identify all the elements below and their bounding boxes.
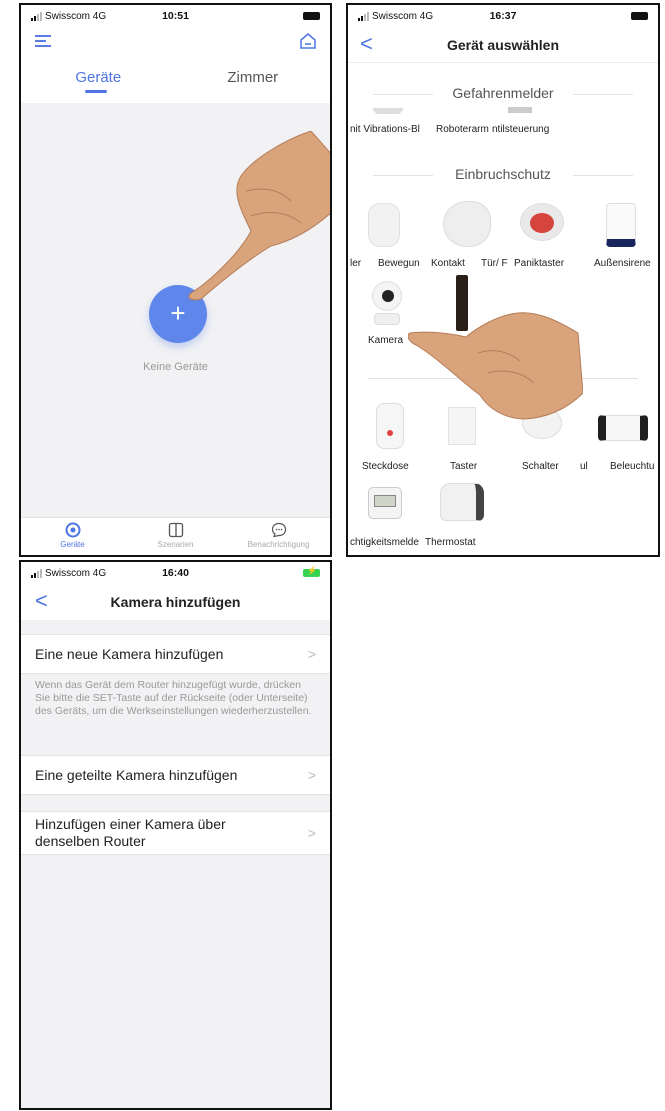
device-list-empty: + Keine Geräte	[21, 103, 330, 519]
add-shared-camera-label: Eine geteilte Kamera hinzufügen	[35, 767, 238, 783]
contact-sensor-image	[443, 201, 491, 247]
device-switch[interactable]: Schalter	[522, 461, 559, 472]
tab-devices[interactable]: Geräte	[21, 69, 176, 86]
device-outdoor-siren[interactable]: Außensirene	[594, 258, 651, 269]
battery-icon	[303, 12, 320, 20]
device-robot-arm[interactable]: Roboterarm	[436, 124, 489, 135]
device-camera[interactable]: Kamera	[368, 335, 403, 346]
page-title: Gerät auswählen	[446, 37, 560, 53]
device-contact[interactable]: Kontakt	[431, 258, 465, 269]
device-image	[508, 107, 532, 113]
chat-icon	[271, 522, 286, 538]
nav-scenes-label: Szenarien	[157, 540, 194, 549]
humidity-sensor-image	[368, 487, 402, 519]
page-title: Kamera hinzufügen	[110, 594, 241, 610]
chevron-right-icon: >	[307, 646, 316, 662]
add-shared-camera-row[interactable]: Eine geteilte Kamera hinzufügen >	[21, 755, 330, 795]
device-catalog: Gefahrenmelder nit Vibrations-Bl Roboter…	[348, 63, 658, 555]
status-bar: Swisscom 4G 10:51	[21, 5, 330, 27]
add-camera-same-router-label: Hinzufügen einer Kamera über denselben Ro…	[35, 816, 226, 850]
battery-icon	[631, 12, 648, 20]
clock: 10:51	[162, 10, 189, 22]
nav-bar: < Gerät auswählen	[348, 27, 658, 63]
device-partial[interactable]: ul	[580, 461, 588, 472]
tab-indicator	[85, 90, 107, 93]
device-motion[interactable]: Bewegun	[378, 258, 420, 269]
device-thermostat[interactable]: Thermostat	[425, 537, 476, 548]
section-title-intrusion: Einbruchschutz	[348, 166, 658, 182]
siren-image	[606, 203, 636, 247]
tab-rooms[interactable]: Zimmer	[176, 69, 331, 86]
nav-bar: < Kamera hinzufügen	[21, 584, 330, 620]
screen-select-device: Swisscom 4G 16:37 < Gerät auswählen Gefa…	[346, 3, 660, 557]
back-icon[interactable]: <	[360, 31, 373, 57]
thermostat-image	[440, 483, 484, 521]
add-camera-same-router-row[interactable]: Hinzufügen einer Kamera über denselben Ro…	[21, 811, 330, 855]
device-vibration[interactable]: nit Vibrations-Bl	[350, 124, 420, 135]
device-lighting[interactable]: Beleuchtu	[610, 461, 654, 472]
reset-hint-text: Wenn das Gerät dem Router hinzugefügt wu…	[35, 679, 312, 717]
add-new-camera-label: Eine neue Kamera hinzufügen	[35, 646, 224, 662]
device-valve-control[interactable]: ntilsteuerung	[492, 124, 549, 135]
chevron-right-icon: >	[307, 767, 316, 783]
socket-image	[376, 403, 404, 449]
pointing-hand-image	[188, 131, 330, 301]
motion-sensor-image	[368, 203, 400, 247]
battery-charging-icon	[303, 566, 320, 577]
device-door[interactable]: Tür/ F	[481, 258, 508, 269]
home-icon[interactable]	[298, 31, 318, 51]
device-panic-button[interactable]: Paniktaster	[514, 258, 564, 269]
empty-state-text: Keine Geräte	[143, 361, 208, 373]
nav-devices-label: Geräte	[60, 540, 85, 549]
device-button[interactable]: Taster	[450, 461, 477, 472]
screen-add-camera: Swisscom 4G 16:40 < Kamera hinzufügen Ei…	[19, 560, 332, 1110]
clock: 16:40	[162, 567, 189, 579]
menu-icon[interactable]	[35, 35, 51, 47]
nav-notifications-label: Benachrichtigung	[247, 540, 310, 549]
same-router-line-2: denselben Router	[35, 833, 146, 849]
scenes-icon	[168, 522, 183, 538]
back-icon[interactable]: <	[35, 588, 48, 614]
nav-notifications[interactable]: Benachrichtigung	[227, 518, 330, 555]
bottom-nav: Geräte Szenarien Benachrichtigung	[21, 517, 330, 555]
chevron-right-icon: >	[307, 825, 316, 841]
camera-image	[372, 281, 402, 327]
screen-devices: Swisscom 4G 10:51 Geräte Zimmer + Keine …	[19, 3, 332, 557]
add-new-camera-row[interactable]: Eine neue Kamera hinzufügen >	[21, 634, 330, 674]
device-image	[373, 108, 403, 114]
pointing-hand-image	[408, 312, 583, 420]
status-bar: Swisscom 4G 16:40	[21, 562, 330, 584]
header: Geräte Zimmer	[21, 27, 330, 103]
panic-button-image	[520, 203, 564, 241]
same-router-line-1: Hinzufügen einer Kamera über	[35, 816, 226, 832]
status-bar: Swisscom 4G 16:37	[348, 5, 658, 27]
device-humidity[interactable]: chtigkeitsmelde	[350, 537, 419, 548]
device-socket[interactable]: Steckdose	[362, 461, 409, 472]
devices-icon	[65, 522, 80, 538]
light-image	[598, 415, 648, 441]
nav-devices[interactable]: Geräte	[21, 518, 124, 555]
nav-scenes[interactable]: Szenarien	[124, 518, 227, 555]
clock: 16:37	[489, 10, 517, 22]
device-detector[interactable]: ler	[350, 258, 361, 269]
section-title-hazard: Gefahrenmelder	[348, 85, 658, 101]
